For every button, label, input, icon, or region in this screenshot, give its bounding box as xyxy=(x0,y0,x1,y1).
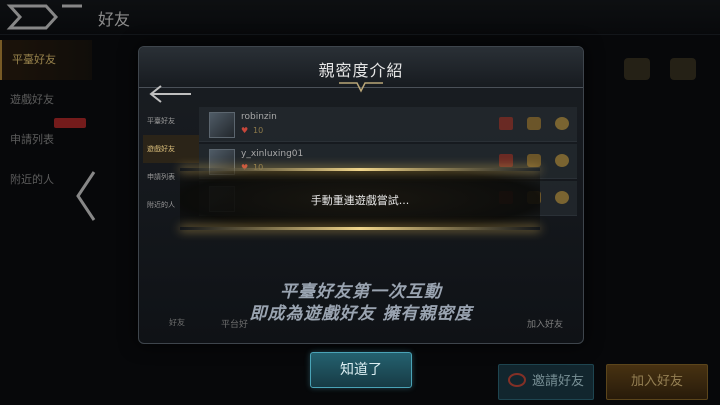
trash-icon[interactable] xyxy=(499,117,513,130)
tab-platform-friends[interactable]: 平臺好友 xyxy=(143,107,199,135)
row-actions xyxy=(499,117,569,130)
tab-game-friends[interactable]: 遊戲好友 xyxy=(143,135,199,163)
reconnect-toast: 手動重連遊戲嘗試... xyxy=(180,168,540,230)
list-item[interactable]: robinzin ♥ 10 xyxy=(199,107,577,142)
chat-icon[interactable] xyxy=(527,117,541,130)
ornament-icon xyxy=(339,82,383,93)
heart-icon: ♥ xyxy=(241,126,249,135)
dialog-title: 親密度介紹 xyxy=(318,61,404,80)
footer-add-friend[interactable]: 加入好友 xyxy=(527,317,563,330)
avatar xyxy=(209,112,235,138)
friend-name: robinzin xyxy=(241,112,277,122)
toast-glow-top xyxy=(180,168,540,171)
toast-message: 手動重連遊戲嘗試... xyxy=(310,194,410,207)
confirm-button[interactable]: 知道了 xyxy=(310,352,412,388)
row-actions xyxy=(499,154,569,167)
chat-icon[interactable] xyxy=(527,154,541,167)
gift-icon[interactable] xyxy=(555,191,569,204)
footer-label-friends: 好友 xyxy=(169,318,185,327)
gift-icon[interactable] xyxy=(555,154,569,167)
friend-name: y_xinluxing01 xyxy=(241,149,304,159)
trash-icon[interactable] xyxy=(499,154,513,167)
intro-text-line-2: 即成為遊戲好友 擁有親密度 xyxy=(249,304,473,324)
intimacy-value: 10 xyxy=(253,126,264,135)
toast-glow-bottom xyxy=(180,227,540,230)
gift-icon[interactable] xyxy=(555,117,569,130)
back-arrow-icon[interactable] xyxy=(147,83,195,105)
footer-label-platform: 平台好 xyxy=(221,320,249,330)
